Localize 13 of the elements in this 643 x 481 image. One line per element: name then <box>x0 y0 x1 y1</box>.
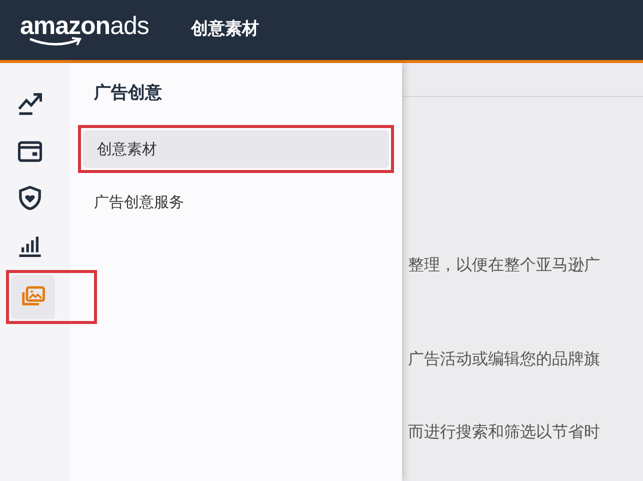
description-text: 广告活动或编辑您的品牌旗 <box>407 348 601 370</box>
menu-item[interactable]: 创意素材 <box>83 130 389 168</box>
menu-item[interactable]: 广告创意服务 <box>80 183 394 222</box>
page-title: 创意素材 <box>190 18 259 42</box>
shield-heart-icon <box>18 186 42 210</box>
logo-text: amazonads <box>20 14 149 38</box>
description-text: 整理，以便在整个亚马逊广 <box>407 254 601 276</box>
amazon-ads-logo[interactable]: amazonads <box>20 14 149 46</box>
trend-chart-icon <box>18 92 42 116</box>
smile-arrow-icon <box>28 36 84 46</box>
wallet-icon <box>18 139 42 163</box>
description-text: 而进行搜索和筛选以节省时 <box>407 421 601 443</box>
menu-heading: 广告创意 <box>94 82 163 105</box>
